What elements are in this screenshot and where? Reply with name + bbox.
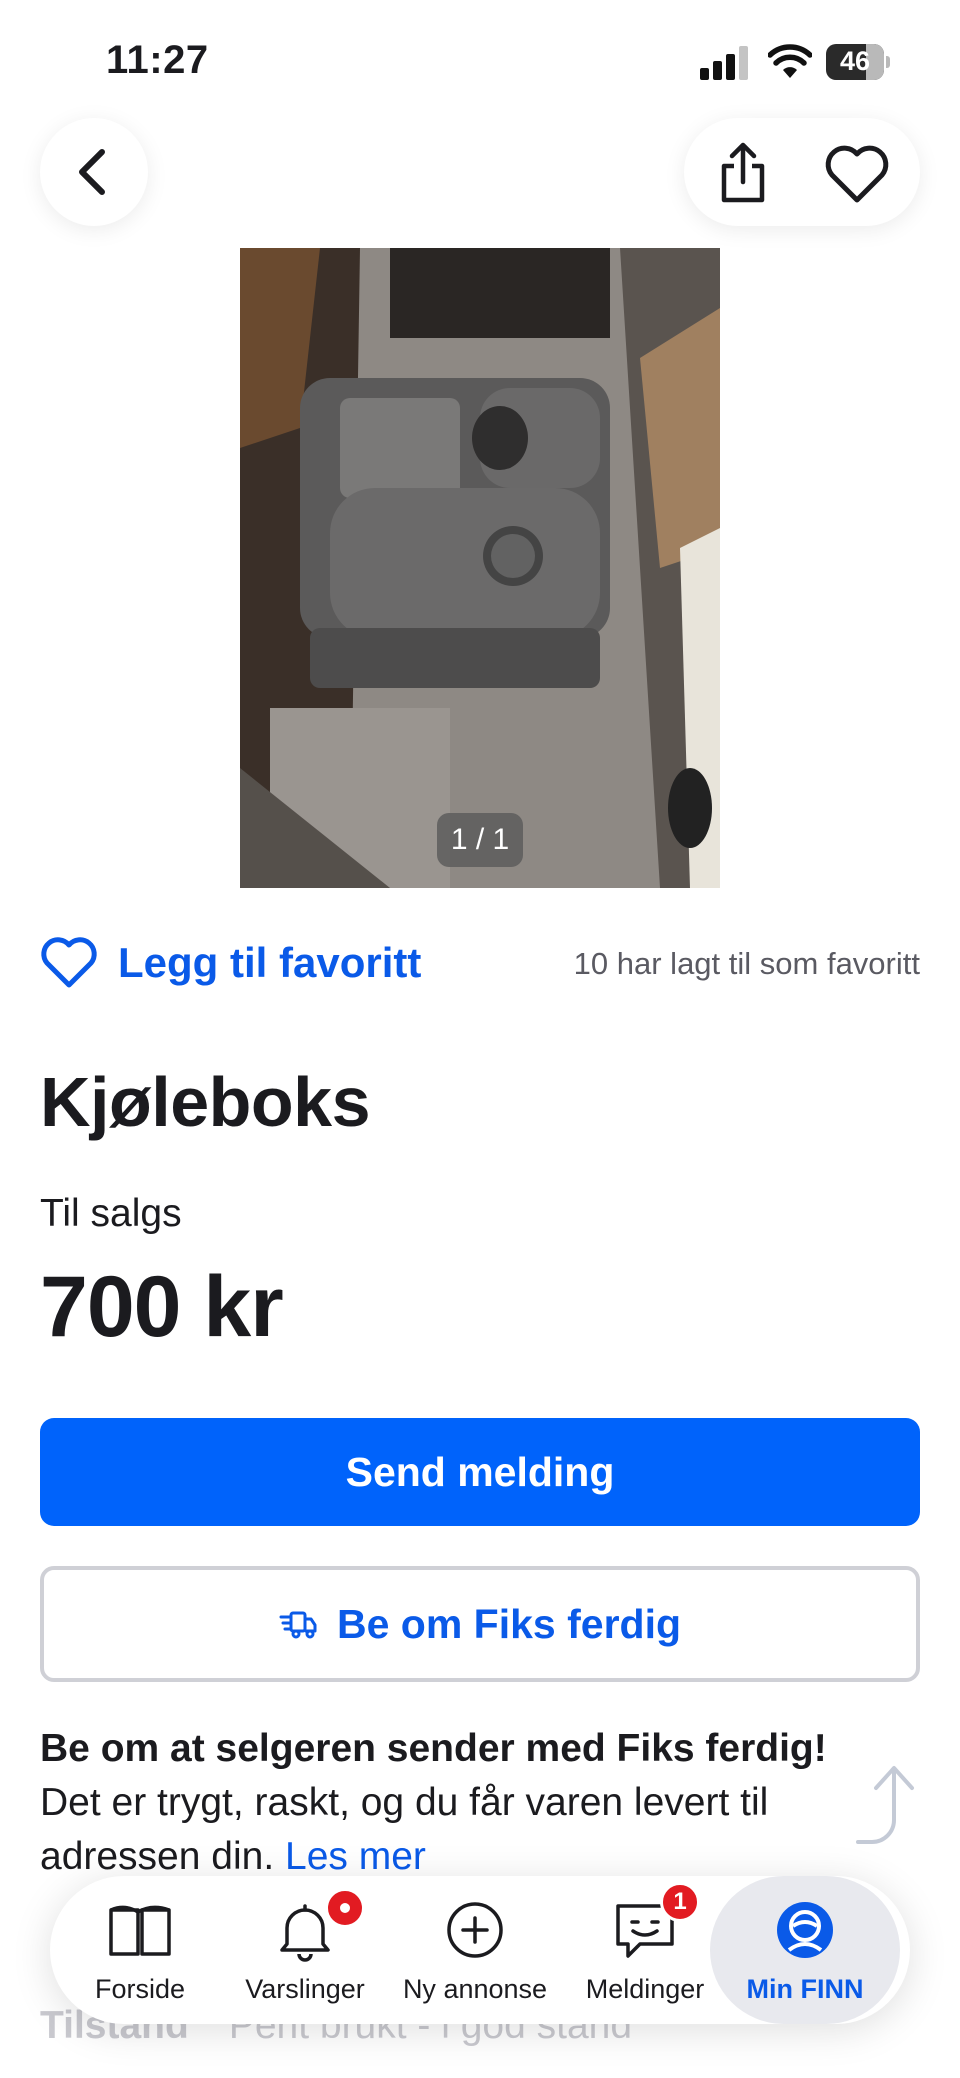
tab-label: Ny annonse — [402, 1974, 548, 2004]
favorite-row: Legg til favoritt 10 har lagt til som fa… — [40, 930, 920, 1000]
book-icon — [109, 1905, 171, 1956]
add-favorite-link[interactable]: Legg til favoritt — [118, 939, 421, 987]
tab-label: Forside — [94, 1974, 186, 2004]
delivery-truck-icon — [279, 1611, 317, 1639]
wifi-icon — [768, 44, 812, 78]
heart-outline-icon[interactable] — [40, 936, 98, 990]
fiks-ferdig-button[interactable]: Be om Fiks ferdig — [40, 1566, 920, 1682]
top-actions — [684, 118, 920, 226]
send-message-button[interactable]: Send melding — [40, 1418, 920, 1526]
tab-label: Min FINN — [746, 1974, 864, 2004]
fiks-description-bold: Be om at selgeren sender med Fiks ferdig… — [40, 1727, 827, 1770]
battery-icon: 46 — [826, 44, 890, 80]
tab-forside[interactable]: Forside — [70, 1876, 210, 2024]
share-icon — [721, 142, 765, 203]
tab-varslinger[interactable]: Varslinger — [230, 1876, 380, 2024]
fiks-ferdig-label: Be om Fiks ferdig — [336, 1600, 681, 1647]
status-bar: 11:27 46 — [0, 0, 960, 110]
read-more-link[interactable]: Les mer — [285, 1835, 426, 1878]
tab-meldinger[interactable]: 1 Meldinger — [575, 1876, 715, 2024]
listing-photo[interactable] — [240, 248, 720, 888]
tab-label: Varslinger — [245, 1974, 365, 2004]
battery-level: 46 — [839, 46, 871, 76]
plus-circle-icon — [447, 1902, 503, 1958]
tab-label: Meldinger — [585, 1974, 705, 2004]
share-button[interactable] — [708, 138, 778, 208]
favorite-button[interactable] — [822, 140, 892, 206]
scroll-to-top-icon[interactable] — [848, 1760, 922, 1846]
messages-badge: 1 — [660, 1882, 700, 1922]
notification-badge — [325, 1888, 365, 1928]
tab-ny-annonse[interactable]: Ny annonse — [395, 1876, 555, 2024]
bottom-tab-bar: Forside Varslinger Ny annonse 1 Meldinge… — [50, 1876, 910, 2024]
profile-icon — [777, 1902, 833, 1958]
fiks-description: Be om at selgeren sender med Fiks ferdig… — [40, 1722, 840, 1884]
cooler-photo-illustration — [240, 248, 720, 888]
listing-price: 700 kr — [40, 1259, 284, 1355]
favorite-count: 10 har lagt til som favoritt — [573, 946, 920, 981]
heart-icon — [825, 145, 889, 203]
chevron-left-icon — [79, 149, 105, 195]
sale-type: Til salgs — [40, 1192, 182, 1235]
image-counter: 1 / 1 — [437, 813, 523, 867]
cellular-signal-icon — [700, 46, 752, 80]
back-button[interactable] — [40, 118, 148, 226]
tab-min-finn[interactable]: Min FINN — [710, 1876, 900, 2024]
status-time: 11:27 — [106, 38, 209, 82]
listing-title: Kjøleboks — [40, 1063, 371, 1141]
